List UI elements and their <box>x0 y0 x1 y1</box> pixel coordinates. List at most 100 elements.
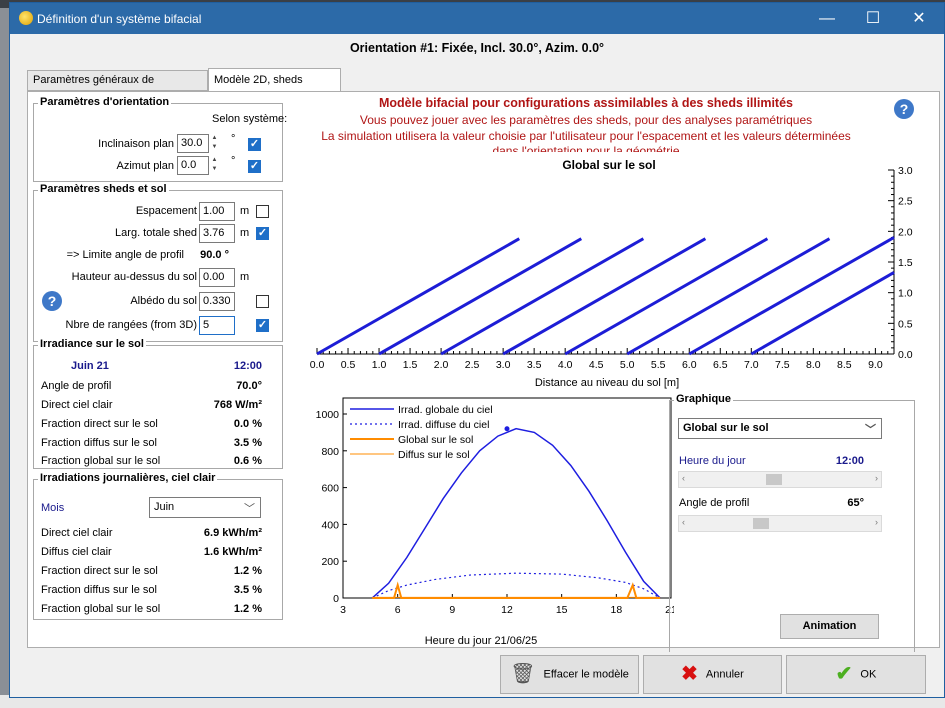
daily-chart: Heure du jour 21/06/25 0 200 400 600 800 1000… <box>316 397 674 647</box>
daily-group-title: Irradiations journalières, ciel clair <box>38 472 218 484</box>
shed-width-label: Larg. totale shed <box>115 227 197 239</box>
orientation-group-title: Paramètres d'orientation <box>38 96 172 108</box>
sheds-group: Paramètres sheds et sol Espacement 1.00 … <box>33 183 283 342</box>
albedo-checkbox[interactable] <box>256 295 269 308</box>
y-tick-label: 2.0 <box>898 226 913 238</box>
y-tick-label: 400 <box>321 519 339 531</box>
trash-icon: 🗑 <box>510 663 536 685</box>
rows-checkbox[interactable]: ✓ <box>256 319 269 332</box>
minimize-button[interactable]: — <box>804 3 850 34</box>
x-tick-label: 3.0 <box>496 359 511 371</box>
month-select[interactable]: Juin ﹀ <box>149 497 261 518</box>
y-tick-label: 0.5 <box>898 318 913 330</box>
help-icon[interactable]: ? <box>894 99 914 119</box>
x-tick-label: 6.0 <box>682 359 697 371</box>
info-line-4: dans l'orientation pour la géométrie <box>492 144 680 152</box>
month-label: Mois <box>41 502 65 514</box>
shed-line <box>378 237 583 356</box>
irradiance-row-value: 0.6 % <box>233 455 262 467</box>
shed-line <box>688 236 895 356</box>
x-tick-label: 4.5 <box>589 359 604 371</box>
slider-left-arrow-icon: ‹ <box>682 517 685 527</box>
series-line <box>371 572 661 599</box>
height-label: Hauteur au-dessus du sol <box>71 271 197 283</box>
ok-button[interactable]: ✔ OK <box>786 655 926 694</box>
x-tick-label: 1.5 <box>403 359 418 371</box>
rows-input[interactable]: 5 <box>199 316 235 335</box>
y-tick-label: 2.5 <box>898 196 913 208</box>
profile-angle-slider[interactable]: ‹ › <box>678 515 882 532</box>
tilt-checkbox[interactable]: ✓ <box>248 138 261 151</box>
ok-label: OK <box>860 668 877 681</box>
clear-model-button[interactable]: 🗑 Effacer le modèle <box>500 655 639 694</box>
y-tick-label: 1.5 <box>898 257 913 269</box>
y-tick-label: 3.0 <box>898 165 913 177</box>
albedo-input[interactable]: 0.330 <box>199 292 235 311</box>
x-tick-label: 12 <box>501 604 513 616</box>
spacing-checkbox[interactable] <box>256 205 269 218</box>
height-input[interactable]: 0.00 <box>199 268 235 287</box>
animation-button[interactable]: Animation <box>780 614 879 639</box>
close-button[interactable]: ✕ <box>896 3 942 34</box>
irradiance-row-label: Fraction global sur le sol <box>41 455 161 467</box>
sheds-group-title: Paramètres sheds et sol <box>38 183 169 195</box>
hour-label: Heure du jour <box>679 455 746 467</box>
legend-label: Diffus sur le sol <box>398 449 470 461</box>
x-tick-label: 3 <box>340 604 346 616</box>
title-bar: Définition d'un système bifacial — ☐ ✕ <box>10 3 944 34</box>
profile-slider-thumb[interactable] <box>753 518 770 529</box>
azimuth-input[interactable]: 0.0 <box>177 156 209 175</box>
tab-general-params[interactable]: Paramètres généraux de simulation <box>27 70 208 105</box>
azimuth-unit: ° <box>231 155 236 167</box>
legend-label: Irrad. globale du ciel <box>398 404 493 416</box>
x-tick-label: 2.5 <box>465 359 480 371</box>
shed-line <box>750 271 895 356</box>
slider-left-arrow-icon: ‹ <box>682 473 685 483</box>
x-tick-label: 2.0 <box>434 359 449 371</box>
orientation-title: Orientation #1: Fixée, Incl. 30.0°, Azim… <box>349 41 605 55</box>
irradiance-group: Irradiance sur le sol Juin 21 12:00 Angl… <box>33 338 283 469</box>
x-tick-label: 3.5 <box>527 359 542 371</box>
daily-row-value: 1.2 % <box>233 603 262 615</box>
hour-slider-thumb[interactable] <box>765 474 782 485</box>
hour-slider[interactable]: ‹ › <box>678 471 882 488</box>
cancel-button[interactable]: ✖ Annuler <box>643 655 782 694</box>
spacing-input[interactable]: 1.00 <box>199 202 235 221</box>
selon-systeme-label: Selon système: <box>212 113 288 125</box>
tilt-input[interactable]: 30.0 <box>177 134 209 153</box>
graphique-group-title: Graphique <box>674 393 734 405</box>
irradiance-row-label: Direct ciel clair <box>41 399 113 411</box>
x-tick-label: 6 <box>395 604 401 616</box>
x-tick-label: 7.0 <box>744 359 759 371</box>
profile-angle-label: Angle de profil <box>679 497 750 509</box>
slider-right-arrow-icon: › <box>875 473 878 483</box>
info-line-2: Vous pouvez jouer avec les paramètres de… <box>359 113 813 127</box>
shed-line <box>316 237 521 356</box>
azimuth-spinner[interactable]: ▲ ▼ <box>210 156 219 175</box>
maximize-button[interactable]: ☐ <box>850 3 896 34</box>
daily-row-value: 1.6 kWh/m² <box>203 546 262 558</box>
graphique-group: Graphique Global sur le sol ﹀ Heure du j… <box>669 393 915 652</box>
shed-width-checkbox[interactable]: ✓ <box>256 227 269 240</box>
bifacial-dialog: Définition d'un système bifacial — ☐ ✕ O… <box>9 2 945 698</box>
shed-line <box>502 237 707 356</box>
daily-row-value: 6.9 kWh/m² <box>203 527 262 539</box>
green-check-icon: ✔ <box>835 663 853 685</box>
irradiance-row-label: Angle de profil <box>41 380 112 392</box>
rows-label: Nbre de rangées (from 3D) <box>65 319 197 331</box>
tilt-spinner[interactable]: ▲ ▼ <box>210 134 219 153</box>
x-tick-label: 5.0 <box>620 359 635 371</box>
irradiance-row-label: Fraction diffus sur le sol <box>41 437 157 449</box>
x-tick-label: 4.0 <box>558 359 573 371</box>
azimuth-checkbox[interactable]: ✓ <box>248 160 261 173</box>
graph-type-value: Global sur le sol <box>683 422 769 434</box>
x-axis-label: Heure du jour 21/06/25 <box>425 635 538 647</box>
shed-width-input[interactable]: 3.76 <box>199 224 235 243</box>
profile-limit-value: 90.0 ° <box>200 249 229 261</box>
graph-type-select[interactable]: Global sur le sol ﹀ <box>678 418 882 439</box>
app-logo-icon <box>19 11 33 25</box>
daily-row-value: 1.2 % <box>233 565 262 577</box>
height-unit: m <box>240 271 250 283</box>
tilt-unit: ° <box>231 133 236 145</box>
tab-2d-model[interactable]: Modèle 2D, sheds illimités <box>208 68 341 108</box>
